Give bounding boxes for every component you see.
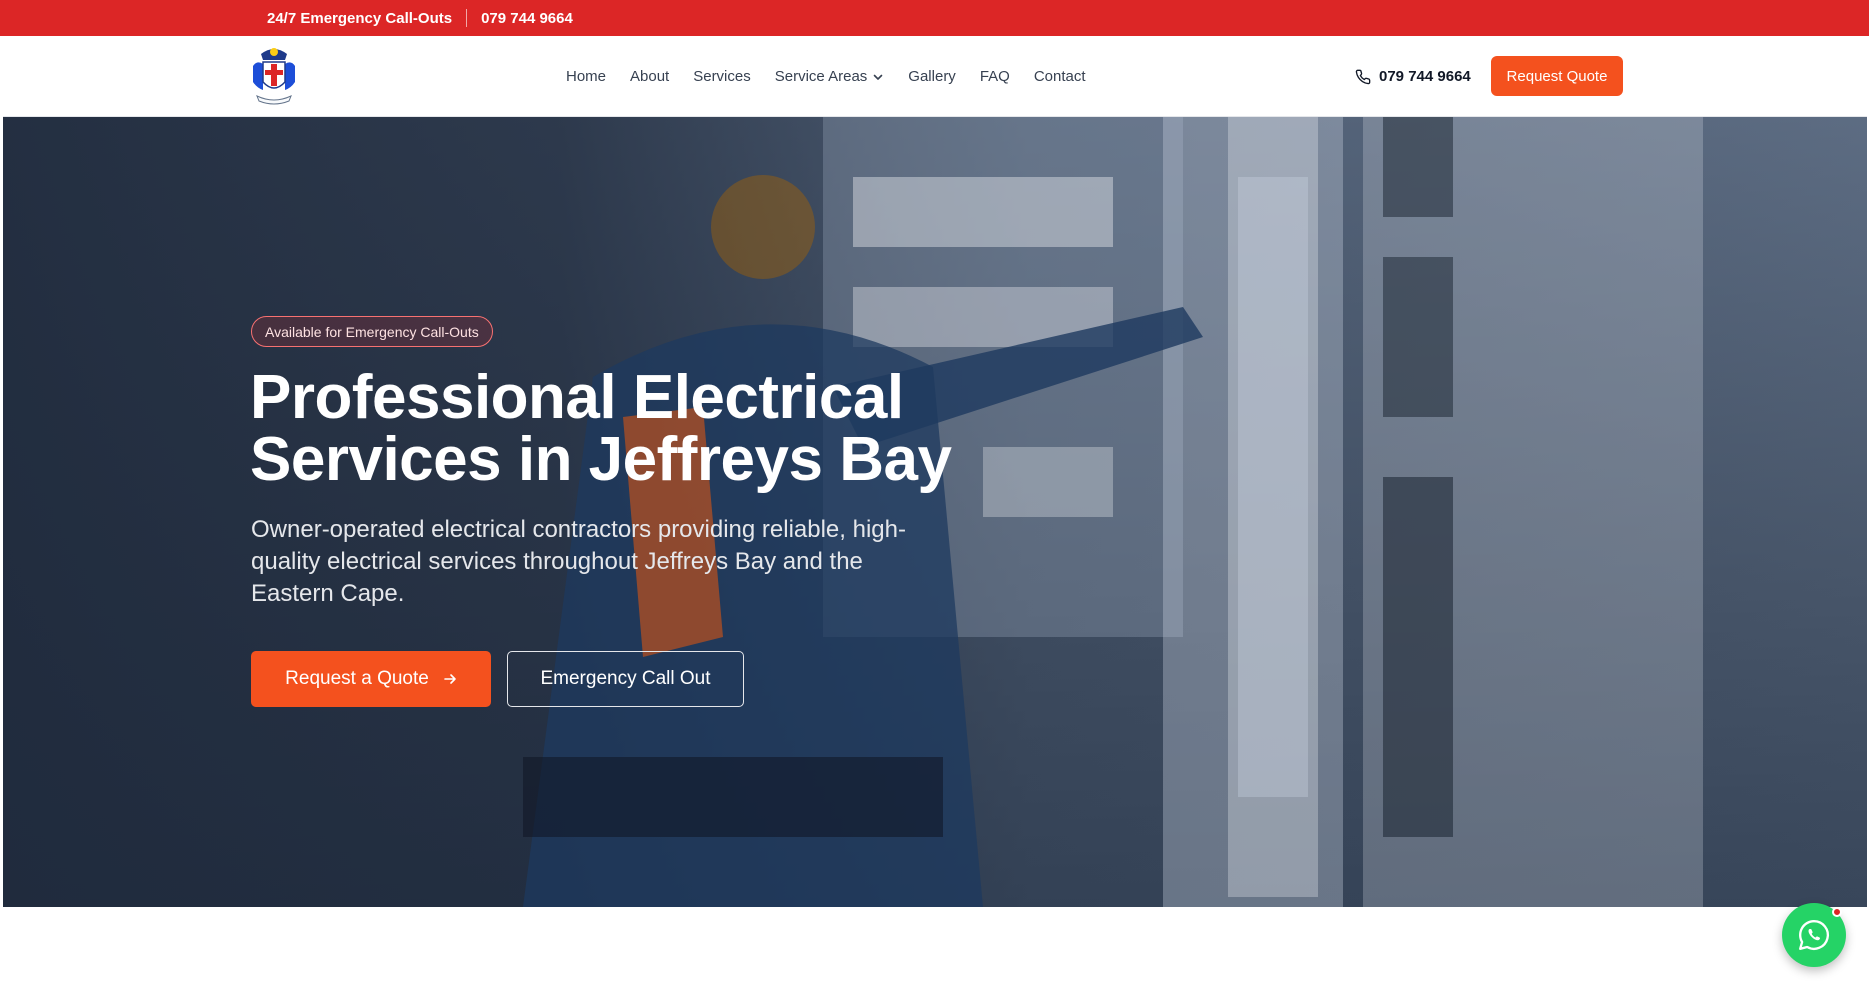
emergency-top-bar: 24/7 Emergency Call-Outs 079 744 9664 [0,0,1869,36]
hero-section: Available for Emergency Call-Outs Profes… [3,117,1867,907]
topbar-phone-link[interactable]: 079 744 9664 [481,10,573,27]
arrow-right-icon [444,674,456,684]
electrician-background-image [523,117,1703,907]
topbar-divider [466,9,468,27]
emergency-availability-badge: Available for Emergency Call-Outs [251,316,493,347]
request-quote-button[interactable]: Request Quote [1491,56,1623,96]
nav-service-areas[interactable]: Service Areas [775,68,885,85]
phone-icon [1355,69,1371,84]
coat-of-arms-icon [253,48,295,105]
nav-faq[interactable]: FAQ [980,68,1010,85]
site-header: Home About Services Service Areas Galler… [3,36,1867,117]
hero-subtitle: Owner-operated electrical contractors pr… [251,516,906,607]
request-a-quote-label: Request a Quote [285,668,429,689]
nav-gallery[interactable]: Gallery [908,68,956,85]
request-a-quote-button[interactable]: Request a Quote [251,651,491,707]
nav-home[interactable]: Home [566,68,606,85]
whatsapp-icon [1799,920,1829,950]
nav-services[interactable]: Services [693,68,751,85]
notification-dot [1832,907,1842,917]
nav-about[interactable]: About [630,68,669,85]
hero-title: Professional Electrical Services in Jeff… [250,367,1070,491]
header-phone-number: 079 744 9664 [1379,68,1471,85]
chevron-down-icon [873,74,883,80]
emergency-callout-text: 24/7 Emergency Call-Outs [267,9,453,27]
company-logo[interactable] [249,44,299,108]
hero-title-line-2: Services in Jeffreys Bay [250,425,952,494]
main-navigation: Home About Services Service Areas Galler… [566,36,1110,117]
nav-service-areas-label: Service Areas [774,68,868,85]
nav-contact[interactable]: Contact [1034,68,1086,85]
emergency-call-out-button[interactable]: Emergency Call Out [507,651,744,707]
hero-title-line-1: Professional Electrical [250,363,904,432]
header-phone-link[interactable]: 079 744 9664 [1355,36,1471,117]
whatsapp-chat-button[interactable] [1782,903,1846,967]
